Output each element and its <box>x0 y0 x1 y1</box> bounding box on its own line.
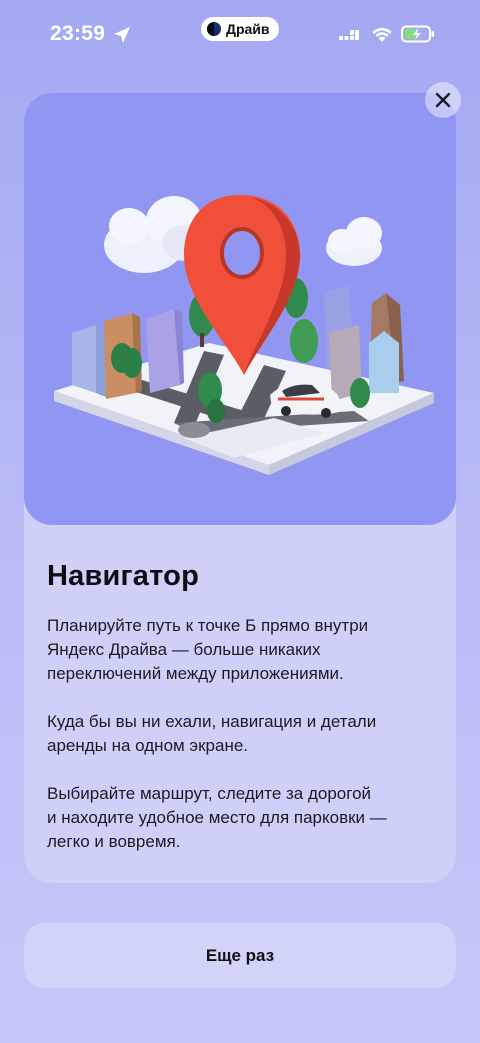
text-line: переключений между приложениями. <box>47 664 344 683</box>
status-time: 23:59 <box>50 22 106 45</box>
text-line: Яндекс Драйва — больше никаких <box>47 640 321 659</box>
close-icon <box>435 92 451 108</box>
close-button[interactable] <box>425 82 461 118</box>
wifi-icon <box>372 27 392 42</box>
drive-app-icon <box>207 22 221 36</box>
text-line: Куда бы вы ни ехали, навигация и детали <box>47 712 377 731</box>
text-line: Выбирайте маршрут, следите за дорогой <box>47 784 372 803</box>
battery-charging-icon <box>401 25 434 43</box>
active-app-pill[interactable]: Драйв <box>201 17 279 41</box>
active-app-label: Драйв <box>226 21 270 37</box>
navigator-city-illustration <box>24 93 456 525</box>
card-title: Навигатор <box>47 560 199 592</box>
text-line: Планируйте путь к точке Б прямо внутри <box>47 616 369 635</box>
feature-card: Навигатор Планируйте путь к точке Б прям… <box>24 93 456 883</box>
text-line: и находите удобное место для парковки — <box>47 808 387 827</box>
retry-button[interactable]: Еще раз <box>24 923 456 988</box>
card-paragraph-1: Планируйте путь к точке Б прямо внутри Я… <box>47 614 427 686</box>
location-arrow-icon <box>114 27 130 43</box>
status-bar: 23:59 Драйв <box>0 0 480 70</box>
card-paragraph-3: Выбирайте маршрут, следите за дорогой и … <box>47 782 427 854</box>
cellular-signal-icon <box>339 30 359 40</box>
text-line: аренды на одном экране. <box>47 736 249 755</box>
text-line: легко и вовремя. <box>47 832 181 851</box>
card-paragraph-2: Куда бы вы ни ехали, навигация и детали … <box>47 710 427 758</box>
